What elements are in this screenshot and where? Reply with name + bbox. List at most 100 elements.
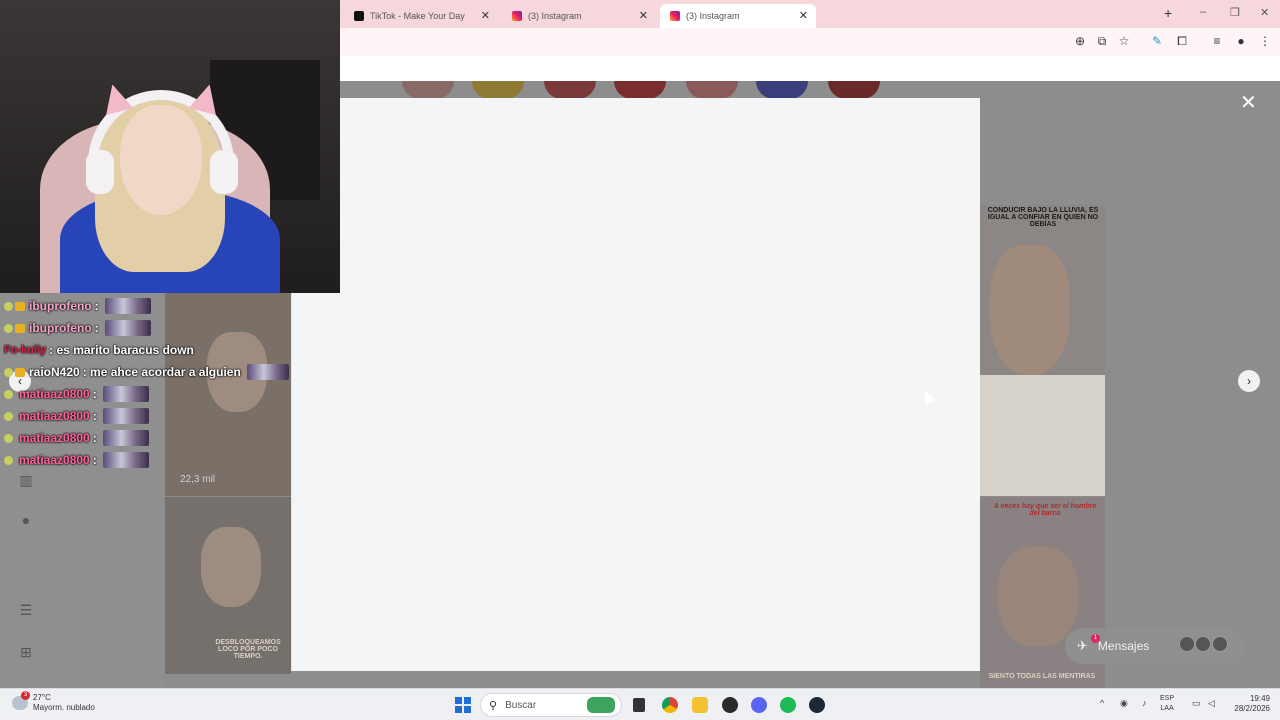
- chat-badge-icon: [4, 367, 13, 377]
- more-apps-icon[interactable]: ⊞: [18, 644, 34, 660]
- thumbnail-caption: A veces hay que ser el hombre del barco: [993, 503, 1097, 517]
- tab-close-icon[interactable]: ✕: [799, 9, 808, 22]
- chat-text: es marito baracus down: [56, 343, 194, 357]
- crown-badge-icon: [15, 301, 25, 311]
- chat-username: ibuprofeno: [29, 321, 92, 335]
- reel-thumbnail[interactable]: DESBLOQUEAMOS LOCO POR POCO TIEMPO.: [165, 497, 291, 674]
- chat-separator: :: [92, 431, 97, 445]
- emote-image: [102, 430, 149, 446]
- system-clock[interactable]: 19:49 28/2/2026: [1224, 694, 1270, 714]
- tab-tiktok[interactable]: TikTok - Make Your Day ✕: [344, 4, 498, 28]
- chat-badge-icon: [4, 389, 13, 399]
- chat-separator: :: [94, 299, 99, 313]
- weather-widget[interactable]: 3 27°C Mayorm. nublado: [12, 691, 95, 713]
- chat-message: matiaaz0800:: [4, 451, 149, 469]
- browser-toolbar: ⊕ ⧉ ☆ ✎ ⧠ ≡ ● ⋮: [340, 28, 1280, 56]
- chat-separator: :: [94, 321, 99, 335]
- crown-badge-icon: [15, 323, 25, 333]
- chrome-icon[interactable]: [662, 697, 678, 713]
- search-placeholder: Buscar: [505, 699, 537, 711]
- close-icon[interactable]: ✕: [1240, 90, 1257, 115]
- menu-dots-icon[interactable]: ⋮: [1257, 34, 1273, 48]
- tab-close-icon[interactable]: ✕: [639, 9, 648, 22]
- next-arrow-icon[interactable]: ›: [1238, 370, 1260, 392]
- chat-message: Fo-kuiiy: es marito baracus down: [4, 341, 194, 359]
- taskbar-search[interactable]: ⚲ Buscar: [480, 693, 622, 717]
- chat-username: matiaaz0800: [19, 453, 90, 467]
- input-language[interactable]: ESP LAA: [1160, 694, 1174, 714]
- tray-display-icon[interactable]: ▭: [1192, 698, 1201, 709]
- folder-icon[interactable]: [692, 697, 708, 713]
- bookmark-star-icon[interactable]: ☆: [1116, 34, 1132, 48]
- chat-username: matiaaz0800: [19, 409, 90, 423]
- tray-chevron-icon[interactable]: ^: [1100, 698, 1104, 708]
- tab-search-icon[interactable]: ≡: [1209, 34, 1225, 48]
- tab-label: (3) Instagram: [686, 11, 740, 21]
- tray-volume-icon[interactable]: ◁: [1208, 698, 1215, 709]
- lang-layout: LAA: [1160, 705, 1174, 712]
- weather-badge: 3: [21, 691, 30, 700]
- minimize-button[interactable]: –: [1200, 6, 1206, 18]
- profile-avatar-icon[interactable]: ●: [18, 512, 34, 528]
- messages-badge: 1: [1091, 634, 1100, 643]
- chat-badge-icon: [4, 455, 13, 465]
- steam-icon[interactable]: [809, 697, 825, 713]
- chat-message: raioN420: me ahce acordar a alguien: [4, 363, 289, 381]
- chat-separator: :: [92, 387, 97, 401]
- profile-icon[interactable]: ●: [1233, 34, 1249, 48]
- thumbnail-shirt: [980, 375, 1105, 496]
- weather-temp: 27°C: [33, 693, 51, 702]
- chat-separator: :: [92, 409, 97, 423]
- thumbnail-caption: SIENTO TODAS LAS MENTIRAS: [988, 673, 1096, 680]
- thumbnail-caption: CONDUCIR BAJO LA LLUVIA, ES IGUAL A CONF…: [987, 207, 1099, 228]
- restore-button[interactable]: ❐: [1230, 6, 1240, 19]
- reels-stats-icon[interactable]: ▥: [18, 472, 34, 488]
- translate-icon[interactable]: ✎: [1149, 34, 1165, 48]
- thumbnail-caption: DESBLOQUEAMOS LOCO POR POCO TIEMPO.: [215, 639, 281, 660]
- tab-instagram-1[interactable]: (3) Instagram ✕: [502, 4, 656, 28]
- tray-mic-icon[interactable]: ♪: [1142, 698, 1147, 708]
- reel-viewer-modal[interactable]: [291, 98, 980, 671]
- avatar: [1211, 636, 1228, 652]
- windows-taskbar: 3 27°C Mayorm. nublado ⚲ Buscar ^ ◉ ♪ ES…: [0, 688, 1280, 720]
- chat-separator: :: [92, 453, 97, 467]
- cast-icon[interactable]: ⧉: [1094, 34, 1110, 49]
- zoom-icon[interactable]: ⊕: [1072, 34, 1088, 48]
- chat-badge-icon: [4, 411, 13, 421]
- emote-image: [102, 408, 149, 424]
- thumbnail-face: [998, 547, 1078, 647]
- message-avatars: [1179, 636, 1228, 657]
- chat-username: matiaaz0800: [19, 431, 90, 445]
- chat-message: matiaaz0800:: [4, 429, 149, 447]
- extensions-icon[interactable]: ⧠: [1174, 34, 1190, 49]
- clock-time: 19:49: [1249, 694, 1270, 703]
- new-tab-button[interactable]: +: [1164, 5, 1172, 21]
- weather-cloud-icon: 3: [12, 691, 30, 710]
- close-window-button[interactable]: ✕: [1260, 6, 1269, 19]
- headphone-cup-left: [86, 150, 114, 194]
- chat-separator: :: [49, 343, 54, 357]
- chat-message: matiaaz0800:: [4, 385, 149, 403]
- obs-icon[interactable]: [722, 697, 738, 713]
- start-windows-icon[interactable]: [455, 697, 471, 713]
- tab-close-icon[interactable]: ✕: [481, 9, 490, 22]
- chat-separator: :: [82, 365, 87, 379]
- file-explorer-icon[interactable]: [633, 698, 645, 712]
- thumbnail-face: [990, 245, 1070, 375]
- emote-image: [104, 320, 151, 336]
- tab-instagram-2[interactable]: (3) Instagram ✕: [660, 4, 816, 28]
- webcam-overlay: [0, 0, 340, 293]
- reel-thumbnail[interactable]: [165, 292, 291, 496]
- instagram-icon: [512, 11, 522, 21]
- menu-icon[interactable]: ☰: [18, 602, 34, 618]
- reel-thumbnail[interactable]: CONDUCIR BAJO LA LLUVIA, ES IGUAL A CONF…: [980, 205, 1105, 496]
- chat-message: ibuprofeno:: [4, 297, 151, 315]
- tray-network-icon[interactable]: ◉: [1120, 698, 1128, 709]
- discord-icon[interactable]: [751, 697, 767, 713]
- chat-message: matiaaz0800:: [4, 407, 149, 425]
- tab-label: TikTok - Make Your Day: [370, 11, 465, 21]
- search-icon: ⚲: [489, 699, 498, 712]
- spotify-icon[interactable]: [780, 697, 796, 713]
- chat-username: Fo-kuiiy: [4, 344, 47, 356]
- browser-tab-bar: TikTok - Make Your Day ✕ (3) Instagram ✕…: [340, 0, 1280, 28]
